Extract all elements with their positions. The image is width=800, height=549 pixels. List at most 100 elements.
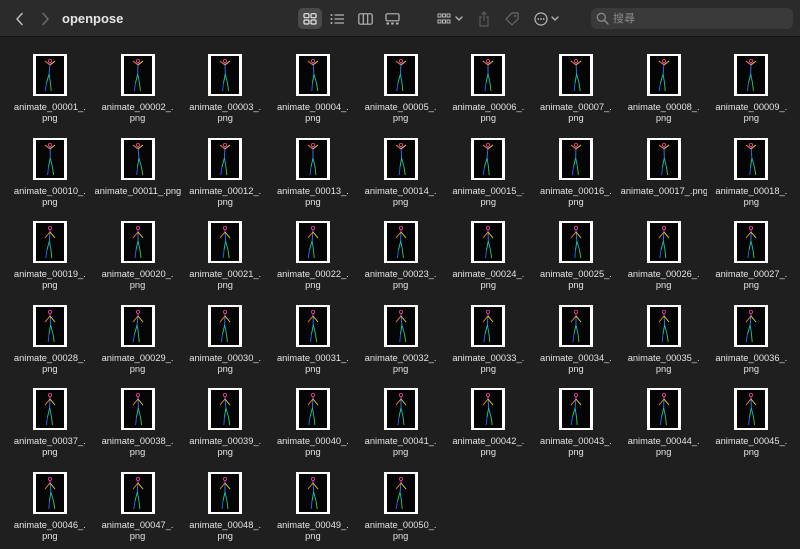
pose-preview	[649, 223, 678, 261]
file-item[interactable]: animate_00007_. png	[532, 45, 620, 129]
file-item[interactable]: animate_00041_. png	[357, 379, 445, 463]
file-item[interactable]: animate_00027_. png	[708, 212, 796, 296]
file-item[interactable]: animate_00006_. png	[444, 45, 532, 129]
file-name: animate_00043_. png	[533, 436, 619, 458]
file-name: animate_00035_. png	[621, 353, 707, 375]
file-item[interactable]: animate_00035_. png	[620, 296, 708, 380]
file-item[interactable]: animate_00029_. png	[94, 296, 182, 380]
gallery-icon[interactable]	[380, 8, 404, 29]
file-name-line1: animate_00013_.	[276, 185, 349, 196]
file-item[interactable]: animate_00012_. png	[181, 129, 269, 213]
pose-preview	[35, 473, 64, 512]
file-item[interactable]: animate_00037_. png	[6, 379, 94, 463]
file-item[interactable]: animate_00047_. png	[94, 463, 182, 547]
file-item[interactable]: animate_00014_. png	[357, 129, 445, 213]
file-item[interactable]: animate_00005_. png	[357, 45, 445, 129]
file-item[interactable]: animate_00018_. png	[708, 129, 796, 213]
file-item[interactable]: animate_00021_. png	[181, 212, 269, 296]
file-name: animate_00023_. png	[358, 269, 444, 291]
file-item[interactable]: animate_00042_. png	[444, 379, 532, 463]
file-item[interactable]: animate_00019_. png	[6, 212, 94, 296]
skeleton-figure-icon	[395, 59, 406, 92]
file-item[interactable]: animate_00020_. png	[94, 212, 182, 296]
file-item[interactable]: animate_00026_. png	[620, 212, 708, 296]
file-item[interactable]: animate_00043_. png	[532, 379, 620, 463]
file-item[interactable]: animate_00024_. png	[444, 212, 532, 296]
file-item[interactable]: animate_00044_. png	[620, 379, 708, 463]
file-name-line2: png	[655, 113, 672, 123]
file-item[interactable]: animate_00036_. png	[708, 296, 796, 380]
file-item[interactable]: animate_00046_. png	[6, 463, 94, 547]
file-name-line1: animate_00014_.	[364, 185, 437, 196]
file-item[interactable]: animate_00034_. png	[532, 296, 620, 380]
file-item[interactable]: animate_00039_. png	[181, 379, 269, 463]
skeleton-figure-icon	[219, 309, 231, 342]
file-item[interactable]: animate_00025_. png	[532, 212, 620, 296]
skeleton-figure-icon	[658, 393, 670, 426]
file-item[interactable]: animate_00038_. png	[94, 379, 182, 463]
file-item[interactable]: animate_00028_. png	[6, 296, 94, 380]
file-item[interactable]: animate_00023_. png	[357, 212, 445, 296]
group-by-icon[interactable]	[436, 9, 466, 28]
file-thumbnail	[120, 137, 155, 180]
file-item[interactable]: animate_00015_. png	[444, 129, 532, 213]
skeleton-figure-icon	[132, 309, 143, 342]
pose-preview	[474, 390, 503, 428]
tag-icon[interactable]	[502, 9, 522, 28]
pose-preview	[298, 390, 327, 428]
file-item[interactable]: animate_00003_. png	[181, 45, 269, 129]
share-icon[interactable]	[476, 8, 492, 29]
file-item[interactable]: animate_00045_. png	[708, 379, 796, 463]
file-thumbnail	[471, 221, 506, 263]
file-name-line2: png	[42, 363, 58, 374]
file-name-line1: animate_00022_.	[276, 269, 349, 279]
pose-preview	[211, 139, 240, 178]
chevron-left-icon[interactable]	[10, 9, 30, 29]
pose-preview	[211, 306, 240, 345]
file-thumbnail	[383, 221, 418, 263]
file-item[interactable]: animate_00030_. png	[181, 296, 269, 380]
file-name-line2: png	[743, 280, 760, 290]
file-thumbnail	[295, 388, 330, 430]
file-item[interactable]: animate_00011_.png	[94, 129, 182, 213]
file-item[interactable]: animate_00010_. png	[6, 129, 94, 213]
file-name: animate_00015_. png	[445, 186, 531, 208]
file-name: animate_00005_. png	[358, 102, 444, 124]
file-item[interactable]: animate_00031_. png	[269, 296, 357, 380]
file-name: animate_00001_. png	[7, 102, 93, 124]
file-item[interactable]: animate_00032_. png	[357, 296, 445, 380]
file-item[interactable]: animate_00013_. png	[269, 129, 357, 213]
chevron-right-icon[interactable]	[35, 9, 55, 29]
file-name: animate_00046_. png	[7, 520, 93, 542]
file-item[interactable]: animate_00009_. png	[708, 45, 796, 129]
file-item[interactable]: animate_00048_. png	[181, 463, 269, 547]
file-item[interactable]: animate_00033_. png	[444, 296, 532, 380]
file-name-line2: png	[743, 113, 760, 123]
pose-preview	[649, 390, 678, 428]
finder-window: openpose 搜尋 animate_00001_. png animate_…	[0, 0, 800, 549]
search-input[interactable]	[613, 10, 783, 27]
file-name-line1: animate_00045_.	[715, 436, 788, 446]
skeleton-figure-icon	[307, 142, 319, 175]
file-item[interactable]: animate_00002_. png	[94, 45, 182, 129]
columns-icon[interactable]	[353, 8, 377, 29]
file-item[interactable]: animate_00017_.png	[620, 129, 708, 213]
pose-preview	[298, 306, 327, 345]
file-item[interactable]: animate_00022_. png	[269, 212, 357, 296]
file-item[interactable]: animate_00008_. png	[620, 45, 708, 129]
file-thumbnail	[120, 388, 155, 430]
ellipsis-circle-icon[interactable]	[533, 9, 563, 28]
list-icon[interactable]	[325, 8, 349, 29]
search-field[interactable]	[591, 8, 793, 29]
icon-grid-icon[interactable]	[298, 8, 322, 29]
file-name: animate_00041_. png	[358, 436, 444, 458]
file-item[interactable]: animate_00049_. png	[269, 463, 357, 547]
file-item[interactable]: animate_00004_. png	[269, 45, 357, 129]
pose-preview	[386, 139, 415, 178]
file-name: animate_00039_. png	[182, 436, 268, 458]
file-name: animate_00027_. png	[708, 269, 794, 291]
file-item[interactable]: animate_00016_. png	[532, 129, 620, 213]
file-item[interactable]: animate_00001_. png	[6, 45, 94, 129]
file-item[interactable]: animate_00040_. png	[269, 379, 357, 463]
file-item[interactable]: animate_00050_. png	[357, 463, 445, 547]
